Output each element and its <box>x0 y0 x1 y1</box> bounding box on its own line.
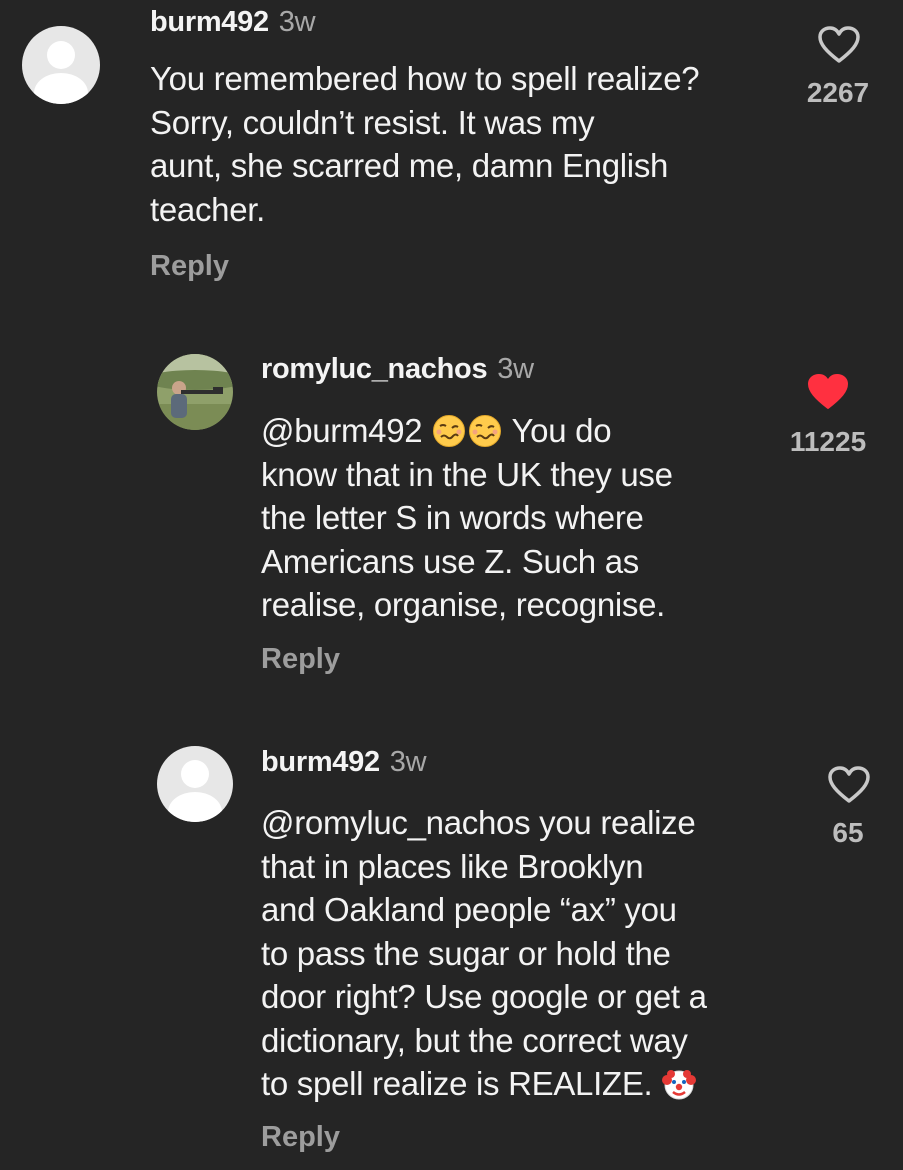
comment-text: @burm492 You do know that in the UK they… <box>261 409 673 627</box>
comment-header: burm492 3w <box>150 6 316 39</box>
default-avatar-icon[interactable] <box>22 26 100 104</box>
comment-line: Americans use Z. Such as <box>261 542 639 580</box>
comment-line: You remembered how to spell realize? <box>150 60 700 97</box>
clown-face-emoji <box>662 1070 697 1100</box>
woozy-face-emoji <box>469 415 502 447</box>
comment-text-segment: you realize <box>530 804 696 841</box>
profile-photo-avatar[interactable] <box>157 354 233 430</box>
comment-line: realise, organise, recognise. <box>261 586 666 623</box>
woozy-face-emoji <box>433 415 466 447</box>
comment-line: Sorry, couldn’t resist. It was my <box>150 103 595 141</box>
comment-text: You remembered how to spell realize? Sor… <box>150 57 700 231</box>
comment-line: door right? Use google or get a <box>261 978 707 1015</box>
like-count: 11225 <box>789 426 867 457</box>
username[interactable]: burm492 <box>261 746 380 778</box>
comment-line: and Oakland people “ax” you <box>261 891 677 928</box>
heart-outline-icon[interactable] <box>818 26 860 64</box>
comment-text-segment: You do <box>511 412 612 449</box>
comment-line: teacher. <box>150 190 266 228</box>
username[interactable]: burm492 <box>150 6 269 38</box>
heart-outline-icon[interactable] <box>828 766 870 804</box>
like-count: 2267 <box>806 77 870 108</box>
timestamp: 3w <box>278 6 316 38</box>
comment-text: @romyluc_nachos you realize that in plac… <box>261 801 707 1106</box>
comment-line: @romyluc_nachos you realize <box>261 801 707 845</box>
reply-button[interactable]: Reply <box>261 1121 340 1154</box>
timestamp: 3w <box>389 746 427 778</box>
timestamp: 3w <box>497 353 534 385</box>
reply-button[interactable]: Reply <box>261 643 340 676</box>
default-avatar-icon[interactable] <box>157 746 233 822</box>
comment-line: to pass the sugar or hold the <box>261 934 671 972</box>
mention-link[interactable]: @romyluc_nachos <box>261 804 531 841</box>
comment-line: dictionary, but the correct way <box>261 1021 688 1059</box>
comment-line: to spell realize is REALIZE. <box>261 1062 707 1106</box>
comment-line: know that in the UK they use <box>261 455 673 493</box>
like-count: 65 <box>832 817 864 848</box>
comment-line: the letter S in words where <box>261 499 644 536</box>
comment-line: @burm492 You do <box>261 409 673 453</box>
username[interactable]: romyluc_nachos <box>261 353 488 385</box>
comment-line: that in places like Brooklyn <box>261 847 644 885</box>
heart-filled-icon[interactable] <box>807 373 849 411</box>
comment-header: burm492 3w <box>261 746 427 779</box>
mention-link[interactable]: @burm492 <box>261 412 423 449</box>
comment-text-segment: to spell realize is REALIZE. <box>261 1065 653 1102</box>
comment-line: aunt, she scarred me, damn English <box>150 147 669 184</box>
reply-button[interactable]: Reply <box>150 250 229 283</box>
comment-header: romyluc_nachos 3w <box>261 353 534 386</box>
